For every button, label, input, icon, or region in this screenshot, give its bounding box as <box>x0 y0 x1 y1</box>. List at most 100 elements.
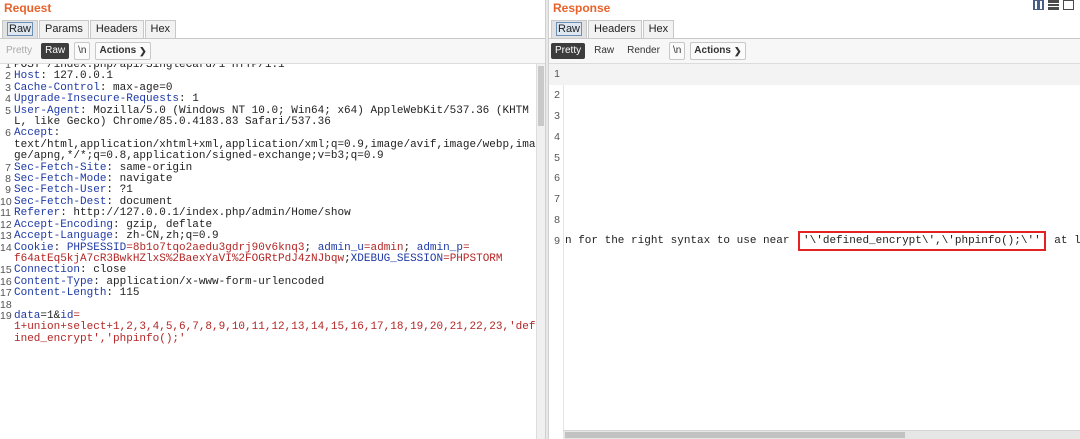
request-vertical-scrollbar[interactable] <box>536 64 545 439</box>
request-editor[interactable]: 1 POST /index.php/api/SingleCard/1 HTTP/1… <box>0 64 545 439</box>
response-tab-hex[interactable]: Hex <box>642 20 675 38</box>
newline-toggle[interactable]: \n <box>668 42 686 60</box>
request-tab-raw[interactable]: Raw <box>2 20 39 38</box>
line-number: 13 <box>0 230 12 243</box>
layout-switcher <box>1033 0 1074 11</box>
header-key: Cache-Control <box>14 81 100 94</box>
line-number: 3 <box>554 109 560 122</box>
code-line: 19 data=1&id= 1+union+select+1,2,3,4,5,6,… <box>0 309 537 345</box>
request-code[interactable]: 1 POST /index.php/api/SingleCard/1 HTTP/1… <box>0 64 537 345</box>
header-key: Accept-Language <box>14 230 114 243</box>
request-pane: Request Raw Params Headers Hex Pretty Raw \… <box>0 0 545 439</box>
tab-label: Params <box>45 23 83 35</box>
pretty-button[interactable]: Pretty <box>551 43 586 59</box>
line-number: 2 <box>554 89 560 102</box>
header-key: Content-Length <box>14 287 107 300</box>
tab-label: Raw <box>6 22 34 36</box>
response-tab-raw[interactable]: Raw <box>551 20 588 38</box>
raw-button[interactable]: Raw <box>590 43 618 59</box>
chevron-down-icon: ❯ <box>733 46 742 56</box>
header-key: Upgrade-Insecure-Requests <box>14 93 180 106</box>
text: : same-origin <box>106 161 193 174</box>
newline-toggle[interactable]: \n <box>74 42 91 60</box>
param-key: XDEBUG_SESSION <box>350 252 444 265</box>
actions-menu[interactable]: Actions ❯ <box>690 42 746 60</box>
request-title: Request <box>4 1 52 15</box>
response-line: 9 n for the right syntax to use near '\'d… <box>549 230 1080 251</box>
param-key: id <box>60 309 74 322</box>
render-button[interactable]: Render <box>623 43 664 59</box>
text: : document <box>106 195 173 208</box>
single-pane-icon[interactable] <box>1063 0 1074 10</box>
split-rows-icon[interactable] <box>1048 0 1059 11</box>
line-number: 15 <box>0 264 12 277</box>
line-number: 6 <box>554 172 560 185</box>
response-pane: Response Raw Headers Hex Pretty Raw Render… <box>549 0 1080 439</box>
line-number: 1 <box>554 68 560 81</box>
code-line: 6 Accept: text/html,application/xhtml+xml… <box>0 128 537 162</box>
line-number: 14 <box>0 241 12 254</box>
actions-label: Actions <box>694 45 731 56</box>
request-tab-params[interactable]: Params <box>39 20 89 38</box>
text: ; <box>403 241 417 254</box>
param-value: = 1+union+select+1,2,3,4,5,6,7,8,9,10,11… <box>14 309 536 345</box>
text: : 127.0.0.1 <box>40 70 114 83</box>
request-tab-hex[interactable]: Hex <box>144 20 177 38</box>
header-key: Sec-Fetch-Mode <box>14 173 107 186</box>
actions-menu[interactable]: Actions ❯ <box>95 42 151 60</box>
line-number: 8 <box>554 213 560 226</box>
text: : 115 <box>106 287 140 300</box>
line-text: Cookie: PHPSESSID=8b1o7tqo2aedu3gdrj90v6… <box>14 241 537 266</box>
pretty-button[interactable]: Pretty <box>2 43 36 59</box>
code-line: 18 <box>0 299 537 311</box>
line-number: 4 <box>5 93 11 106</box>
line-number: 7 <box>554 193 560 206</box>
line-number: 9 <box>554 234 560 247</box>
split-columns-icon[interactable] <box>1033 0 1044 10</box>
line-text: data=1&id= 1+union+select+1,2,3,4,5,6,7,… <box>14 309 537 345</box>
text: : navigate <box>106 173 173 186</box>
line-number: 11 <box>0 207 11 220</box>
text: : <box>53 241 67 254</box>
chevron-down-icon: ❯ <box>139 46 147 56</box>
code-line: 14 Cookie: PHPSESSID=8b1o7tqo2aedu3gdrj90… <box>0 241 537 266</box>
response-tabs: Raw Headers Hex <box>549 18 1080 39</box>
line-number: 5 <box>554 151 560 164</box>
header-key: Sec-Fetch-Dest <box>14 195 107 208</box>
line-number: 5 <box>5 104 11 117</box>
request-tabs: Raw Params Headers Hex <box>0 18 545 39</box>
response-line: 7 <box>549 189 1080 210</box>
header-key: User-Agent <box>14 104 81 117</box>
response-line: 1 <box>549 64 1080 85</box>
text: : text/html,application/xhtml+xml,applic… <box>14 127 536 163</box>
tab-label: Hex <box>150 23 171 35</box>
request-toolbar: Pretty Raw \n Actions ❯ <box>0 39 545 64</box>
text: : gzip, deflate <box>113 218 213 231</box>
header-key: Connection <box>14 264 81 277</box>
header-key: Accept-Encoding <box>14 218 114 231</box>
response-editor[interactable]: 1 2 3 4 5 6 7 8 9 n for the right syntax to use n… <box>549 64 1080 439</box>
code-line: 17 Content-Length: 115 <box>0 287 537 300</box>
scroll-thumb[interactable] <box>538 66 544 126</box>
response-tab-headers[interactable]: Headers <box>588 20 642 38</box>
text: ; <box>344 252 351 265</box>
response-toolbar: Pretty Raw Render \n Actions ❯ <box>549 39 1080 64</box>
header-key: Sec-Fetch-Site <box>14 161 107 174</box>
line-number: 17 <box>0 287 12 300</box>
response-horizontal-scrollbar[interactable] <box>563 430 1080 439</box>
request-tab-headers[interactable]: Headers <box>89 20 144 38</box>
scroll-thumb[interactable] <box>565 432 905 438</box>
text: : close <box>80 264 127 277</box>
param-key: admin_u <box>317 241 364 254</box>
raw-button[interactable]: Raw <box>41 43 70 59</box>
text: : 1 <box>179 93 199 106</box>
code-line: 5 User-Agent: Mozilla/5.0 (Windows NT 10.… <box>0 104 537 129</box>
text: : Mozilla/5.0 (Windows NT 10.0; Win64; x… <box>14 104 529 129</box>
response-line: 6 <box>549 168 1080 189</box>
text: =1& <box>40 309 61 322</box>
header-key: Cookie <box>14 241 54 254</box>
param-key: admin_p <box>416 241 463 254</box>
param-key: PHPSESSID <box>66 241 127 254</box>
tab-label: Raw <box>555 22 583 36</box>
param-value: =admin <box>363 241 404 254</box>
